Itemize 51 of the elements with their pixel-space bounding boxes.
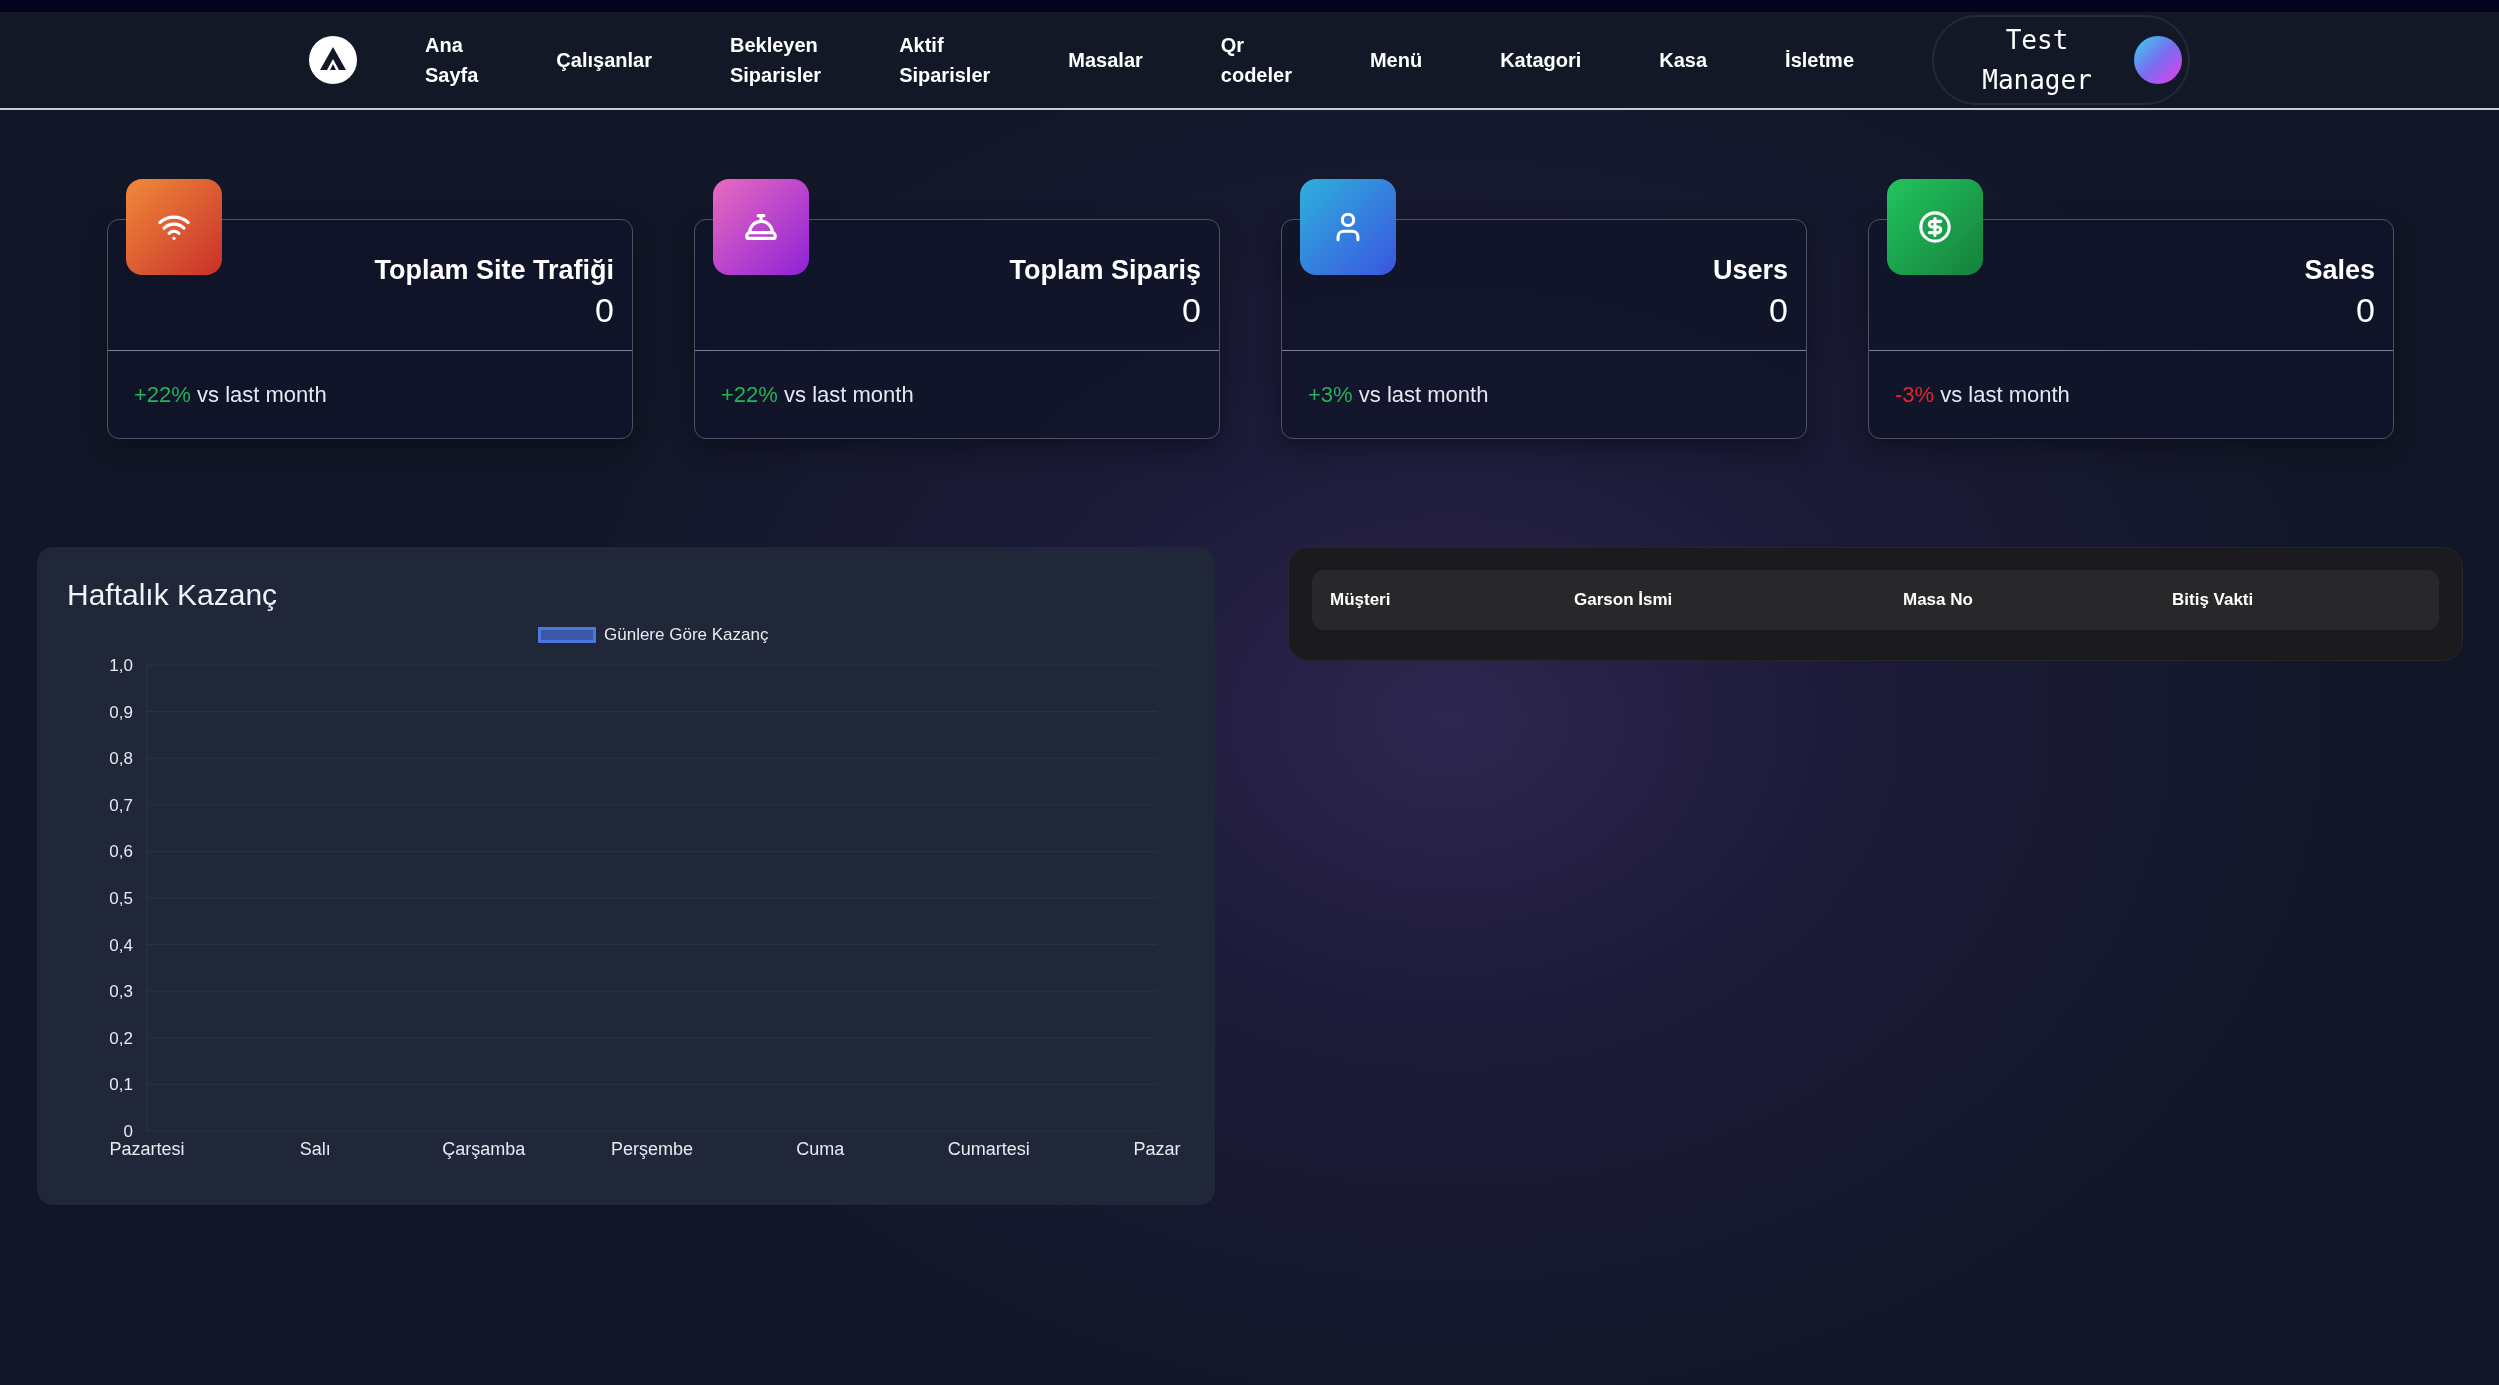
stat-title: Toplam Site Trafiği xyxy=(374,254,614,287)
y-tick-label: 0,5 xyxy=(109,889,133,908)
x-tick-label: Çarşamba xyxy=(442,1139,526,1159)
avatar-icon xyxy=(2134,36,2183,84)
column-header: Masa No xyxy=(1903,590,1974,610)
column-header: Bitiş Vakti xyxy=(2172,590,2255,610)
x-tick-label: Perşembe xyxy=(611,1139,693,1159)
dollar-icon xyxy=(1918,210,1952,244)
column-header: Müşteri xyxy=(1330,590,1392,610)
nav-link[interactable]: Masalar xyxy=(1068,45,1143,75)
y-tick-label: 0,6 xyxy=(109,842,133,862)
nav-link[interactable]: İsletme xyxy=(1785,45,1855,75)
x-tick-label: Cumartesi xyxy=(947,1139,1030,1159)
stat-title: Toplam Sipariş xyxy=(1009,254,1201,287)
nav-link[interactable]: Aktif Siparisler xyxy=(899,30,991,90)
stat-title: Sales xyxy=(2304,254,2375,287)
change-note: -3% vs last month xyxy=(1895,381,2070,408)
y-tick-label: 0,4 xyxy=(109,935,133,955)
x-tick-label: Cuma xyxy=(796,1139,845,1159)
y-tick-label: 0,9 xyxy=(109,702,133,722)
y-tick-label: 0,3 xyxy=(109,982,133,1002)
nav-link[interactable]: Bekleyen Siparisler xyxy=(729,30,822,90)
legend-swatch[interactable] xyxy=(538,627,596,643)
x-tick-label: Pazar xyxy=(1133,1139,1181,1159)
stat-value: 0 xyxy=(1769,290,1788,331)
y-tick-label: 0,1 xyxy=(109,1075,133,1095)
stat-title: Users xyxy=(1712,254,1788,287)
change-note: +3% vs last month xyxy=(1308,381,1489,408)
chart-title: Haftalık Kazanç xyxy=(67,577,279,613)
nav-link[interactable]: Qr codeler xyxy=(1220,30,1292,90)
column-header: Garson İsmi xyxy=(1574,590,1674,610)
y-tick-label: 1,0 xyxy=(109,656,133,675)
nav-link[interactable]: Menü xyxy=(1369,45,1423,75)
stat-value: 0 xyxy=(1182,290,1201,331)
x-tick-label: Salı xyxy=(299,1139,331,1159)
stat-value: 0 xyxy=(2356,290,2375,331)
change-note: +22% vs last month xyxy=(134,381,327,408)
y-tick-label: 0,7 xyxy=(109,795,133,815)
logo-icon xyxy=(308,36,357,84)
x-tick-label: Pazartesi xyxy=(109,1139,185,1159)
nav-link[interactable]: Katagori xyxy=(1500,45,1582,75)
user-menu-button[interactable]: Test Manager xyxy=(1932,15,2191,105)
legend-label[interactable]: Günlere Göre Kazanç xyxy=(604,625,769,645)
change-note: +22% vs last month xyxy=(721,381,914,408)
nav-link[interactable]: Çalışanlar xyxy=(556,45,652,75)
y-tick-label: 0,2 xyxy=(109,1028,133,1048)
stat-value: 0 xyxy=(595,290,614,331)
nav-link[interactable]: Kasa xyxy=(1659,45,1708,75)
y-tick-label: 0 xyxy=(123,1122,133,1141)
nav-link[interactable]: Ana Sayfa xyxy=(424,30,479,90)
y-tick-label: 0,8 xyxy=(109,749,133,769)
